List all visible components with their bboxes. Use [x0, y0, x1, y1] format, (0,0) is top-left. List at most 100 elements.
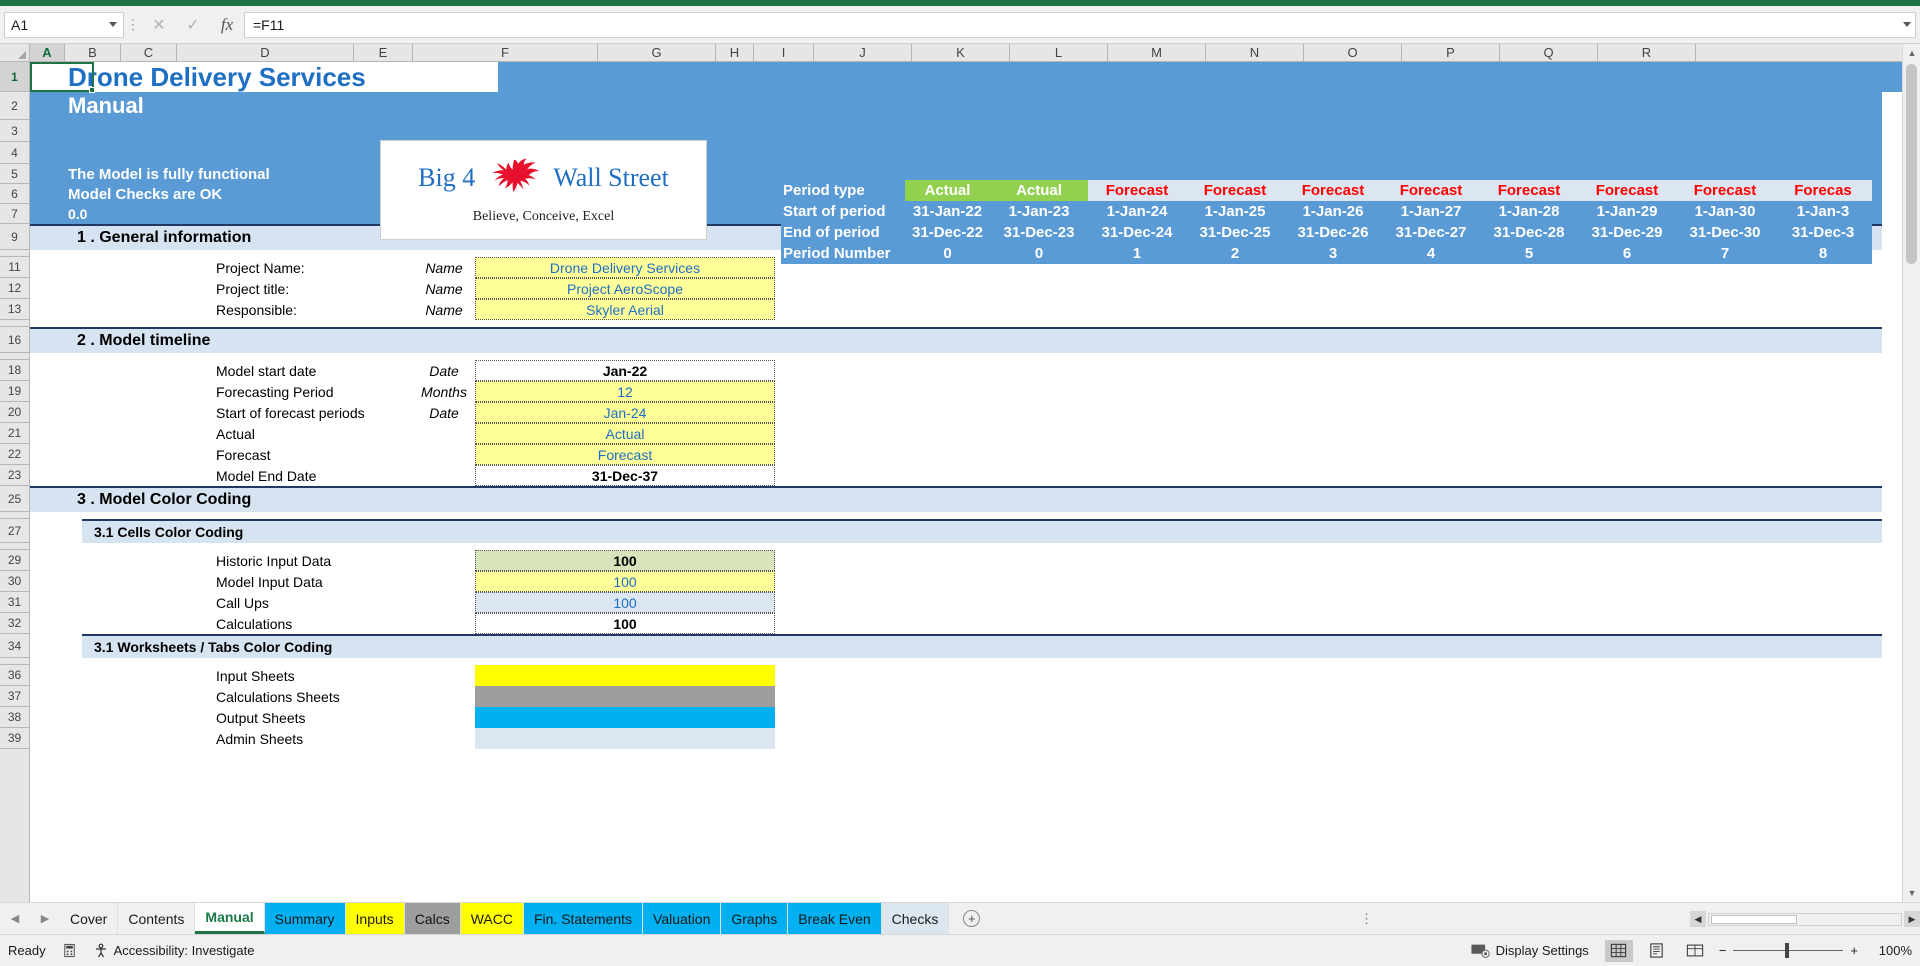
period-cell-period-number-6[interactable]: 5: [1480, 243, 1578, 264]
row-header-34[interactable]: 34: [0, 634, 29, 658]
row-value-model-end-date[interactable]: 31-Dec-37: [475, 465, 775, 486]
period-cell-period-number-9[interactable]: 8: [1774, 243, 1872, 264]
column-header-c[interactable]: C: [121, 44, 177, 61]
column-header-b[interactable]: B: [65, 44, 121, 61]
row-value-call-ups[interactable]: 100: [475, 592, 775, 613]
sheet-tab-graphs[interactable]: Graphs: [721, 903, 789, 934]
row-value-model-start-date[interactable]: Jan-22: [475, 360, 775, 381]
column-header-q[interactable]: Q: [1500, 44, 1598, 61]
row-header-7[interactable]: 7: [0, 204, 29, 224]
period-cell-period-type-2[interactable]: Forecast: [1088, 180, 1186, 201]
row-header-14[interactable]: [0, 320, 29, 327]
row-value-actual[interactable]: Actual: [475, 423, 775, 444]
new-sheet-button[interactable]: +: [949, 903, 994, 934]
row-value-project-name[interactable]: Drone Delivery Services: [475, 257, 775, 278]
column-header-p[interactable]: P: [1402, 44, 1500, 61]
row-header-16[interactable]: 16: [0, 327, 29, 353]
chevron-down-icon[interactable]: [109, 22, 117, 27]
row-header-27[interactable]: 27: [0, 519, 29, 543]
insert-function-icon[interactable]: fx: [210, 12, 244, 38]
column-header-f[interactable]: F: [413, 44, 598, 61]
display-settings-button[interactable]: Display Settings: [1471, 943, 1589, 959]
cell-A1[interactable]: [30, 62, 65, 92]
horizontal-scrollbar[interactable]: ◀ ▶: [1690, 907, 1920, 931]
previous-sheet-icon[interactable]: ◀: [11, 912, 19, 925]
zoom-out-icon[interactable]: −: [1719, 943, 1727, 958]
column-header-h[interactable]: H: [716, 44, 754, 61]
row-header-26[interactable]: [0, 512, 29, 519]
row-header-29[interactable]: 29: [0, 550, 29, 571]
row-header-5[interactable]: 5: [0, 164, 29, 184]
row-header-25[interactable]: 25: [0, 486, 29, 512]
period-cell-period-number-3[interactable]: 2: [1186, 243, 1284, 264]
scroll-right-icon[interactable]: ▶: [1904, 911, 1920, 927]
period-cell-start-of-period-9[interactable]: 1-Jan-3: [1774, 201, 1872, 222]
column-header-o[interactable]: O: [1304, 44, 1402, 61]
row-value-project-title[interactable]: Project AeroScope: [475, 278, 775, 299]
column-header-n[interactable]: N: [1206, 44, 1304, 61]
column-header-j[interactable]: J: [814, 44, 912, 61]
period-cell-end-of-period-2[interactable]: 31-Dec-24: [1088, 222, 1186, 243]
row-header-35[interactable]: [0, 658, 29, 665]
period-cell-period-number-0[interactable]: 0: [905, 243, 990, 264]
row-header-13[interactable]: 13: [0, 299, 29, 320]
period-cell-start-of-period-7[interactable]: 1-Jan-29: [1578, 201, 1676, 222]
normal-view-button[interactable]: [1604, 939, 1633, 962]
row-header-2[interactable]: 2: [0, 92, 29, 120]
sheet-tab-calcs[interactable]: Calcs: [404, 903, 461, 934]
period-cell-start-of-period-0[interactable]: 31-Jan-22: [905, 201, 990, 222]
row-header-32[interactable]: 32: [0, 613, 29, 634]
period-cell-period-number-7[interactable]: 6: [1578, 243, 1676, 264]
row-header-38[interactable]: 38: [0, 707, 29, 728]
row-value-forecasting-period[interactable]: 12: [475, 381, 775, 402]
period-cell-period-number-4[interactable]: 3: [1284, 243, 1382, 264]
period-cell-period-type-7[interactable]: Forecast: [1578, 180, 1676, 201]
period-cell-period-number-1[interactable]: 0: [990, 243, 1088, 264]
column-header-d[interactable]: D: [177, 44, 354, 61]
sheet-tab-contents[interactable]: Contents: [118, 903, 196, 934]
row-header-20[interactable]: 20: [0, 402, 29, 423]
row-value-forecast[interactable]: Forecast: [475, 444, 775, 465]
page-break-preview-button[interactable]: [1681, 940, 1709, 962]
row-value-model-input-data[interactable]: 100: [475, 571, 775, 592]
sheet-tab-cover[interactable]: Cover: [60, 903, 119, 934]
row-header-37[interactable]: 37: [0, 686, 29, 707]
zoom-slider[interactable]: − +: [1719, 943, 1858, 958]
period-cell-end-of-period-8[interactable]: 31-Dec-30: [1676, 222, 1774, 243]
sheet-tab-summary[interactable]: Summary: [264, 903, 346, 934]
tab-split-handle[interactable]: ⋮: [1360, 911, 1373, 927]
page-layout-view-button[interactable]: [1643, 940, 1671, 962]
column-header-g[interactable]: G: [598, 44, 716, 61]
row-header-30[interactable]: 30: [0, 571, 29, 592]
sheet-tab-checks[interactable]: Checks: [881, 903, 950, 934]
scroll-down-icon[interactable]: ▼: [1903, 884, 1920, 902]
column-header-r[interactable]: R: [1598, 44, 1696, 61]
horizontal-scroll-track[interactable]: [1708, 912, 1902, 926]
row-header-6[interactable]: 6: [0, 184, 29, 204]
period-cell-end-of-period-5[interactable]: 31-Dec-27: [1382, 222, 1480, 243]
confirm-check-icon[interactable]: ✓: [176, 12, 210, 38]
column-header-l[interactable]: L: [1010, 44, 1108, 61]
vertical-scrollbar[interactable]: ▲ ▼: [1902, 44, 1920, 902]
period-cell-start-of-period-1[interactable]: 1-Jan-23: [990, 201, 1088, 222]
row-header-4[interactable]: 4: [0, 142, 29, 164]
period-cell-period-type-0[interactable]: Actual: [905, 180, 990, 201]
period-cell-period-type-6[interactable]: Forecast: [1480, 180, 1578, 201]
sheet-tab-inputs[interactable]: Inputs: [345, 903, 405, 934]
period-cell-period-type-3[interactable]: Forecast: [1186, 180, 1284, 201]
period-cell-start-of-period-5[interactable]: 1-Jan-27: [1382, 201, 1480, 222]
vertical-scroll-thumb[interactable]: [1906, 64, 1917, 264]
sheet-nav-arrows[interactable]: ◀ ▶: [0, 903, 60, 934]
period-cell-end-of-period-1[interactable]: 31-Dec-23: [990, 222, 1088, 243]
row-header-1[interactable]: 1: [0, 62, 29, 92]
column-header-m[interactable]: M: [1108, 44, 1206, 61]
period-cell-end-of-period-3[interactable]: 31-Dec-25: [1186, 222, 1284, 243]
row-header-22[interactable]: 22: [0, 444, 29, 465]
sheet-tab-manual[interactable]: Manual: [195, 903, 265, 934]
row-header-28[interactable]: [0, 543, 29, 550]
period-cell-end-of-period-9[interactable]: 31-Dec-3: [1774, 222, 1872, 243]
period-cell-period-number-2[interactable]: 1: [1088, 243, 1186, 264]
row-header-17[interactable]: [0, 353, 29, 360]
expand-formula-bar-icon[interactable]: [1898, 11, 1916, 38]
period-cell-period-type-1[interactable]: Actual: [990, 180, 1088, 201]
